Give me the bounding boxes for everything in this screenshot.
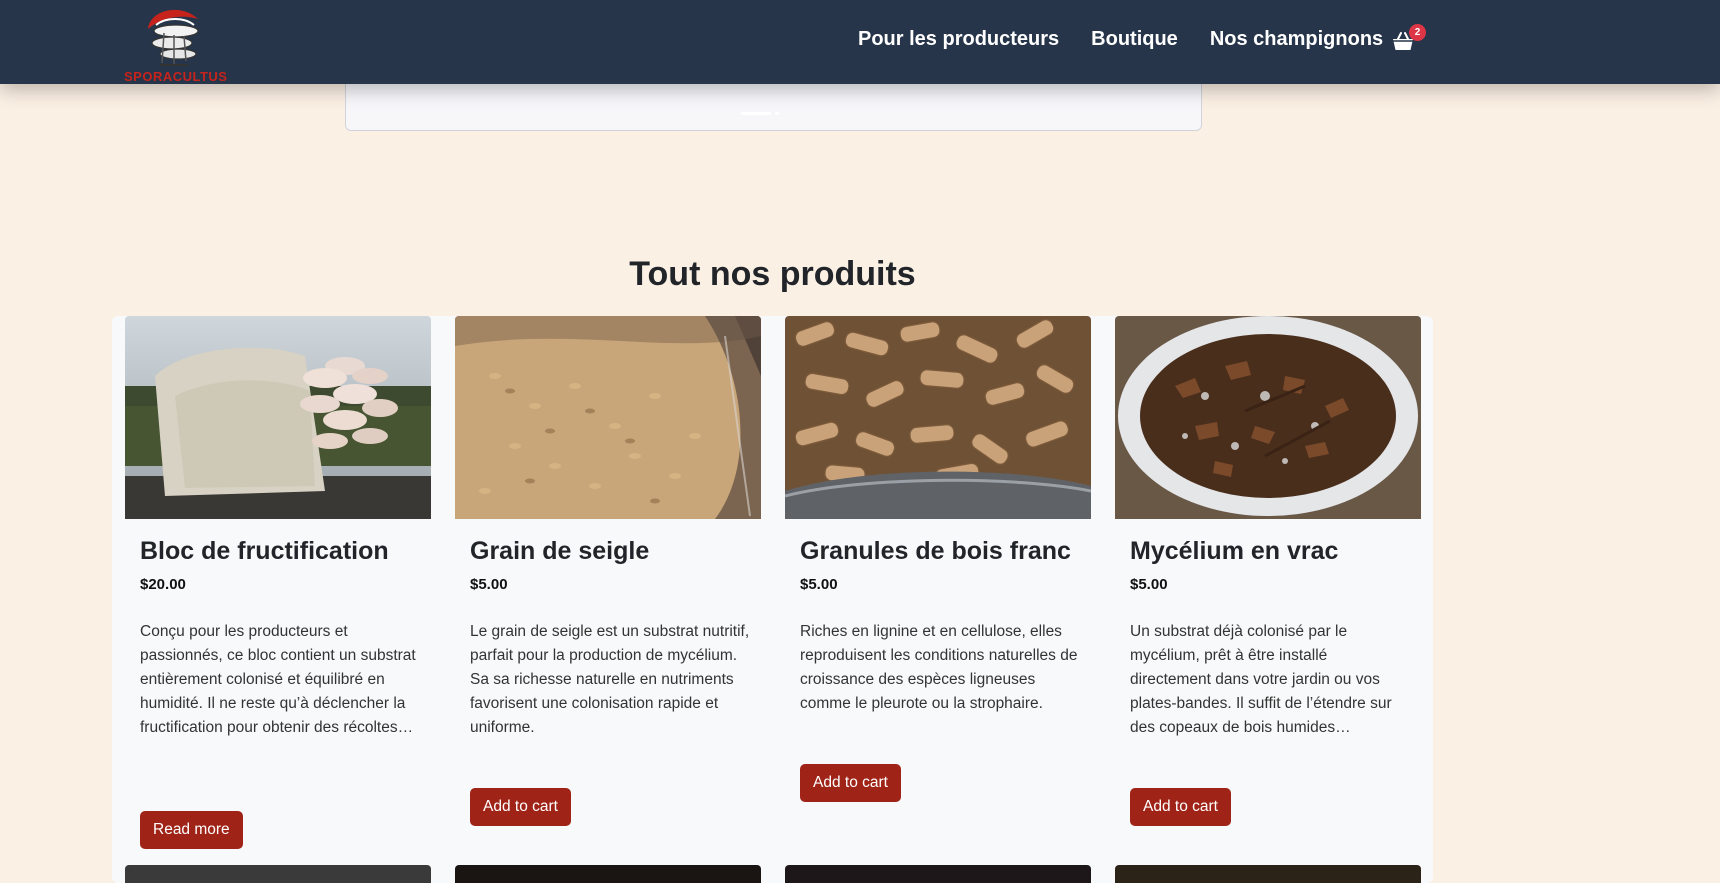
product-card: Granules de bois franc $5.00 Riches en l… [785,316,1091,876]
product-description: Conçu pour les producteurs et passionnés… [140,623,416,736]
product-image-bulk-mycelium[interactable] [1115,316,1421,519]
add-to-cart-button[interactable]: Add to cart [800,764,901,802]
product-description: Le grain de seigle est un substrat nutri… [470,623,750,736]
product-card: Grain de seigle $5.00 Le grain de seigle… [455,316,761,876]
product-title[interactable]: Mycélium en vrac [1130,537,1338,566]
product-description: Riches en lignine et en cellulose, elles… [800,623,1078,712]
nav-link-boutique[interactable]: Boutique [1091,28,1178,51]
product-image-wood-pellets[interactable] [785,316,1091,519]
add-to-cart-button[interactable]: Add to cart [470,788,571,826]
next-product-image[interactable] [785,865,1091,883]
product-description: Un substrat déjà colonisé par le mycéliu… [1130,623,1392,736]
navbar: SPORACULTUS Pour les producteurs Boutiqu… [0,0,1720,84]
next-product-image[interactable] [455,865,761,883]
carousel-indicator[interactable] [741,102,781,115]
next-product-image[interactable] [1115,865,1421,883]
product-price: $20.00 [140,576,186,593]
mushroom-logo-icon [148,9,199,66]
next-product-image[interactable] [125,865,431,883]
product-price: $5.00 [1130,576,1168,593]
product-title[interactable]: Granules de bois franc [800,537,1071,566]
product-title[interactable]: Bloc de fructification [140,537,389,566]
read-more-button[interactable]: Read more [140,811,243,849]
product-card: Mycélium en vrac $5.00 Un substrat déjà … [1115,316,1421,876]
product-price: $5.00 [470,576,508,593]
product-image-fruiting-block[interactable] [125,316,431,519]
brand-logo[interactable]: SPORACULTUS [124,3,228,84]
brand-name: SPORACULTUS [124,69,228,84]
nav-link-champignons[interactable]: Nos champignons [1210,28,1383,51]
main-nav: Pour les producteurs Boutique Nos champi… [858,28,1383,51]
products-section-title: Tout nos produits [629,255,916,293]
product-price: $5.00 [800,576,838,593]
nav-link-producteurs[interactable]: Pour les producteurs [858,28,1059,51]
product-image-rye-grain[interactable] [455,316,761,519]
add-to-cart-button[interactable]: Add to cart [1130,788,1231,826]
cart-count-badge: 2 [1409,24,1426,41]
product-card: Bloc de fructification $20.00 Conçu pour… [125,316,431,876]
product-title[interactable]: Grain de seigle [470,537,649,566]
